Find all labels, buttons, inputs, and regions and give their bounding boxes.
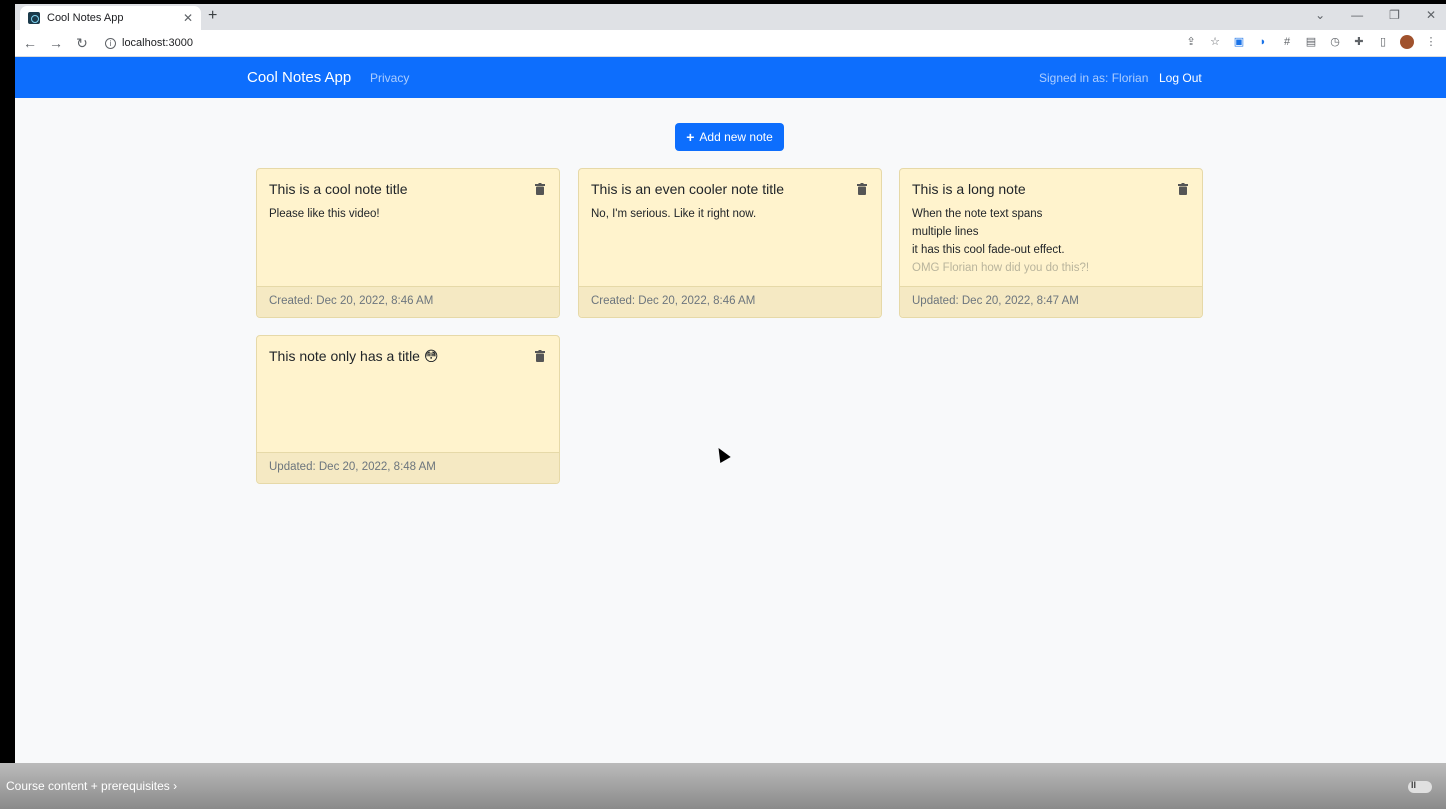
plus-icon: + bbox=[686, 129, 695, 145]
star-icon[interactable]: ☆ bbox=[1208, 35, 1222, 49]
privacy-link[interactable]: Privacy bbox=[370, 71, 409, 85]
note-text: When the note text spans multiple lines … bbox=[912, 208, 1065, 256]
share-icon[interactable]: ⇪ bbox=[1184, 35, 1198, 49]
address-text: localhost:3000 bbox=[122, 37, 193, 49]
new-tab-button[interactable]: + bbox=[208, 7, 217, 25]
extension-icon[interactable]: ▣ bbox=[1232, 35, 1246, 49]
reload-icon[interactable]: ↻ bbox=[71, 35, 93, 52]
course-content-link[interactable]: Course content + prerequisites › bbox=[6, 779, 177, 793]
info-icon[interactable]: i bbox=[105, 37, 116, 49]
note-card[interactable]: This is a long note When the note text s… bbox=[899, 168, 1203, 318]
side-panel-icon[interactable]: ▯ bbox=[1376, 35, 1390, 49]
note-text: No, I'm serious. Like it right now. bbox=[591, 208, 757, 220]
note-footer: Updated: Dec 20, 2022, 8:47 AM bbox=[900, 286, 1202, 317]
tab-strip: Cool Notes App ✕ + ⌄ — ❐ ✕ bbox=[15, 4, 1446, 30]
browser-toolbar: ← → ↻ i localhost:3000 ⇪ ☆ ▣ ◗ # ▤ ◷ ✚ ▯… bbox=[15, 30, 1446, 57]
pause-toggle[interactable] bbox=[1408, 780, 1432, 793]
note-footer: Created: Dec 20, 2022, 8:46 AM bbox=[257, 286, 559, 317]
note-text-faded: OMG Florian how did you do this?! bbox=[912, 262, 1090, 274]
menu-icon[interactable]: ⋮ bbox=[1424, 35, 1438, 49]
signed-in-text: Signed in as: Florian bbox=[1039, 71, 1149, 85]
forward-icon[interactable]: → bbox=[45, 35, 67, 51]
react-favicon-icon bbox=[28, 12, 40, 24]
note-card[interactable]: This note only has a title 😳 Updated: De… bbox=[256, 335, 560, 484]
close-window-icon[interactable]: ✕ bbox=[1426, 8, 1436, 22]
left-frame bbox=[0, 0, 15, 809]
tab-search-icon[interactable]: ⌄ bbox=[1315, 8, 1325, 22]
browser-window: Cool Notes App ✕ + ⌄ — ❐ ✕ ← → ↻ i local… bbox=[15, 4, 1446, 809]
profile-avatar[interactable] bbox=[1400, 35, 1414, 49]
logout-button[interactable]: Log Out bbox=[1159, 71, 1202, 85]
note-text: Please like this video! bbox=[269, 208, 380, 220]
note-title: This note only has a title 😳 bbox=[269, 348, 439, 364]
back-icon[interactable]: ← bbox=[19, 35, 41, 51]
browser-tab[interactable]: Cool Notes App ✕ bbox=[20, 6, 201, 30]
add-note-label: Add new note bbox=[699, 130, 773, 144]
extension-icon[interactable]: ▤ bbox=[1304, 35, 1318, 49]
video-overlay-bar: Course content + prerequisites › bbox=[0, 763, 1446, 809]
note-card[interactable]: This is a cool note title Please like th… bbox=[256, 168, 560, 318]
minimize-icon[interactable]: — bbox=[1351, 8, 1363, 22]
address-bar[interactable]: i localhost:3000 bbox=[95, 33, 1165, 53]
tab-title: Cool Notes App bbox=[47, 12, 124, 24]
note-title: This is a long note bbox=[912, 181, 1026, 197]
trash-icon[interactable] bbox=[857, 183, 867, 195]
trash-icon[interactable] bbox=[535, 350, 545, 362]
mouse-cursor bbox=[713, 444, 731, 464]
close-tab-icon[interactable]: ✕ bbox=[183, 11, 193, 25]
extension-icon[interactable]: ◷ bbox=[1328, 35, 1342, 49]
app-navbar: Cool Notes App Privacy Signed in as: Flo… bbox=[15, 57, 1446, 98]
note-title: This is a cool note title bbox=[269, 181, 408, 197]
note-footer: Created: Dec 20, 2022, 8:46 AM bbox=[579, 286, 881, 317]
note-footer: Updated: Dec 20, 2022, 8:48 AM bbox=[257, 452, 559, 483]
extension-icons: ⇪ ☆ ▣ ◗ # ▤ ◷ ✚ ▯ ⋮ bbox=[1184, 35, 1438, 49]
trash-icon[interactable] bbox=[1178, 183, 1188, 195]
extension-icon[interactable]: ◗ bbox=[1256, 35, 1270, 49]
note-title: This is an even cooler note title bbox=[591, 181, 784, 197]
add-note-button[interactable]: + Add new note bbox=[675, 123, 784, 151]
brand-link[interactable]: Cool Notes App bbox=[247, 69, 351, 86]
window-controls: ⌄ — ❐ ✕ bbox=[1315, 8, 1436, 22]
note-card[interactable]: This is an even cooler note title No, I'… bbox=[578, 168, 882, 318]
trash-icon[interactable] bbox=[535, 183, 545, 195]
puzzle-icon[interactable]: ✚ bbox=[1352, 35, 1366, 49]
hashtag-icon[interactable]: # bbox=[1280, 35, 1294, 49]
restore-icon[interactable]: ❐ bbox=[1389, 8, 1400, 22]
